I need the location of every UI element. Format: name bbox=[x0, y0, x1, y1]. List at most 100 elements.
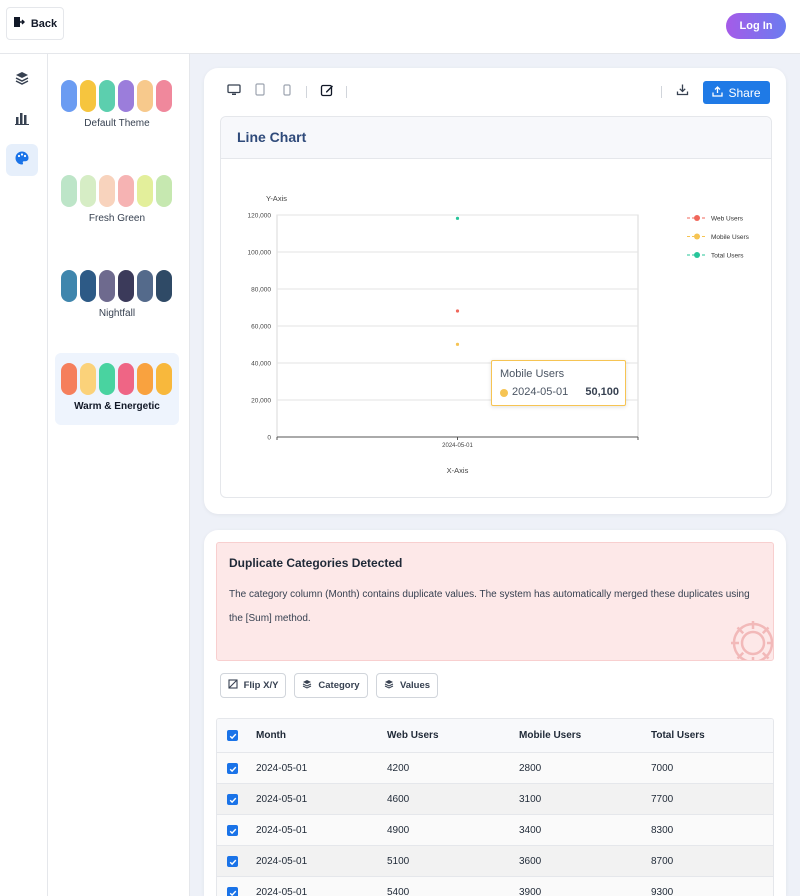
values-button[interactable]: Values bbox=[376, 673, 438, 698]
theme-label: Default Theme bbox=[84, 118, 150, 129]
color-swatch bbox=[61, 175, 77, 207]
color-swatch bbox=[99, 80, 115, 112]
chart-tooltip: Mobile Users 2024-05-01 50,100 bbox=[491, 360, 626, 406]
row-checkbox[interactable] bbox=[227, 887, 238, 896]
back-label: Back bbox=[30, 17, 58, 30]
legend-marker bbox=[694, 215, 700, 221]
theme-swatches bbox=[61, 80, 172, 112]
tablet-view-button[interactable] bbox=[252, 83, 268, 100]
chart-rail-button[interactable] bbox=[6, 104, 38, 136]
select-all-checkbox[interactable] bbox=[227, 730, 238, 741]
y-tick-label: 0 bbox=[267, 435, 271, 442]
alert-message: The category column (Month) contains dup… bbox=[229, 589, 750, 624]
color-swatch bbox=[99, 175, 115, 207]
chart-title: Line Chart bbox=[237, 129, 307, 145]
theme-card-warm-energetic[interactable]: Warm & Energetic bbox=[55, 353, 179, 425]
color-swatch bbox=[156, 175, 172, 207]
flip-icon bbox=[228, 679, 238, 692]
share-button[interactable]: Share bbox=[703, 81, 770, 104]
legend-label: Web Users bbox=[711, 216, 744, 223]
table-cell: 8300 bbox=[651, 824, 674, 836]
data-panel: Duplicate Categories Detected The catego… bbox=[204, 530, 786, 896]
color-swatch bbox=[137, 175, 153, 207]
table-cell: 9300 bbox=[651, 886, 674, 896]
table-cell: 7700 bbox=[651, 793, 674, 805]
login-button[interactable]: Log In bbox=[726, 13, 786, 39]
share-label: Share bbox=[728, 85, 761, 100]
table-cell: 5100 bbox=[387, 855, 410, 867]
palette-icon bbox=[14, 150, 30, 171]
theme-rail-button[interactable] bbox=[6, 144, 38, 176]
table-row: 2024-05-01 4600 3100 7700 bbox=[217, 783, 773, 814]
theme-panel: Default Theme Fresh Green Nightfall Warm… bbox=[48, 54, 190, 896]
row-checkbox[interactable] bbox=[227, 825, 238, 836]
theme-swatches bbox=[61, 270, 172, 302]
row-checkbox[interactable] bbox=[227, 794, 238, 805]
tooltip-color-dot bbox=[500, 389, 508, 397]
layers-icon bbox=[302, 679, 312, 692]
color-swatch bbox=[137, 363, 153, 395]
legend-label: Total Users bbox=[711, 253, 744, 260]
column-header: Mobile Users bbox=[519, 730, 582, 741]
toolbar-separator bbox=[306, 86, 307, 98]
y-tick-label: 80,000 bbox=[251, 287, 271, 294]
row-checkbox[interactable] bbox=[227, 763, 238, 774]
column-header: Month bbox=[256, 730, 286, 741]
theme-swatches bbox=[61, 363, 172, 395]
mobile-icon bbox=[283, 83, 291, 101]
desktop-icon bbox=[227, 83, 241, 101]
legend-marker bbox=[694, 252, 700, 258]
legend-marker bbox=[694, 233, 700, 240]
table-cell: 4900 bbox=[387, 824, 410, 836]
y-tick-label: 60,000 bbox=[251, 324, 271, 331]
table-cell: 2024-05-01 bbox=[256, 793, 308, 805]
y-tick-label: 20,000 bbox=[251, 398, 271, 405]
theme-card-nightfall[interactable]: Nightfall bbox=[55, 260, 179, 332]
theme-label: Warm & Energetic bbox=[74, 401, 160, 412]
category-button[interactable]: Category bbox=[294, 673, 368, 698]
left-icon-rail bbox=[0, 54, 48, 896]
exit-door-icon bbox=[13, 16, 25, 31]
category-label: Category bbox=[318, 680, 360, 691]
column-header: Total Users bbox=[651, 730, 705, 741]
theme-label: Fresh Green bbox=[88, 213, 146, 224]
table-header-row: Month Web Users Mobile Users Total Users bbox=[217, 719, 773, 752]
table-row: 2024-05-01 4200 2800 7000 bbox=[217, 752, 773, 783]
y-tick-label: 100,000 bbox=[248, 250, 272, 257]
edit-button[interactable] bbox=[319, 84, 335, 100]
theme-card-default[interactable]: Default Theme bbox=[55, 70, 179, 142]
table-cell: 2024-05-01 bbox=[256, 824, 308, 836]
alert-title: Duplicate Categories Detected bbox=[229, 556, 403, 570]
table-cell: 4200 bbox=[387, 762, 410, 774]
edit-icon bbox=[320, 83, 334, 102]
flip-xy-button[interactable]: Flip X/Y bbox=[220, 673, 286, 698]
legend-label: Mobile Users bbox=[711, 234, 750, 241]
color-swatch bbox=[61, 80, 77, 112]
table-cell: 2024-05-01 bbox=[256, 886, 308, 896]
share-icon bbox=[712, 85, 724, 100]
theme-label: Nightfall bbox=[98, 308, 136, 319]
flip-label: Flip X/Y bbox=[243, 680, 279, 691]
top-bar: Back Log In bbox=[0, 0, 800, 54]
table-cell: 3400 bbox=[519, 824, 542, 836]
color-swatch bbox=[61, 270, 77, 302]
download-button[interactable] bbox=[674, 84, 690, 100]
tooltip-x: 2024-05-01 bbox=[512, 386, 569, 398]
data-point bbox=[455, 342, 460, 346]
color-swatch bbox=[156, 270, 172, 302]
download-icon bbox=[676, 83, 689, 101]
line-chart: 0 20,000 40,000 60,000 80,000 100,000 120,000 2… bbox=[248, 194, 750, 475]
tooltip-series: Mobile Users bbox=[500, 368, 565, 380]
theme-card-fresh-green[interactable]: Fresh Green bbox=[55, 165, 179, 237]
row-checkbox[interactable] bbox=[227, 856, 238, 867]
mobile-view-button[interactable] bbox=[279, 84, 295, 100]
layers-icon bbox=[384, 679, 394, 692]
table-cell: 2024-05-01 bbox=[256, 762, 308, 774]
y-tick-label: 120,000 bbox=[248, 213, 272, 220]
layers-rail-button[interactable] bbox=[6, 64, 38, 96]
color-swatch bbox=[80, 175, 96, 207]
desktop-view-button[interactable] bbox=[226, 84, 242, 100]
table-cell: 8700 bbox=[651, 855, 674, 867]
back-button[interactable]: Back bbox=[6, 7, 64, 40]
data-point bbox=[455, 309, 460, 313]
